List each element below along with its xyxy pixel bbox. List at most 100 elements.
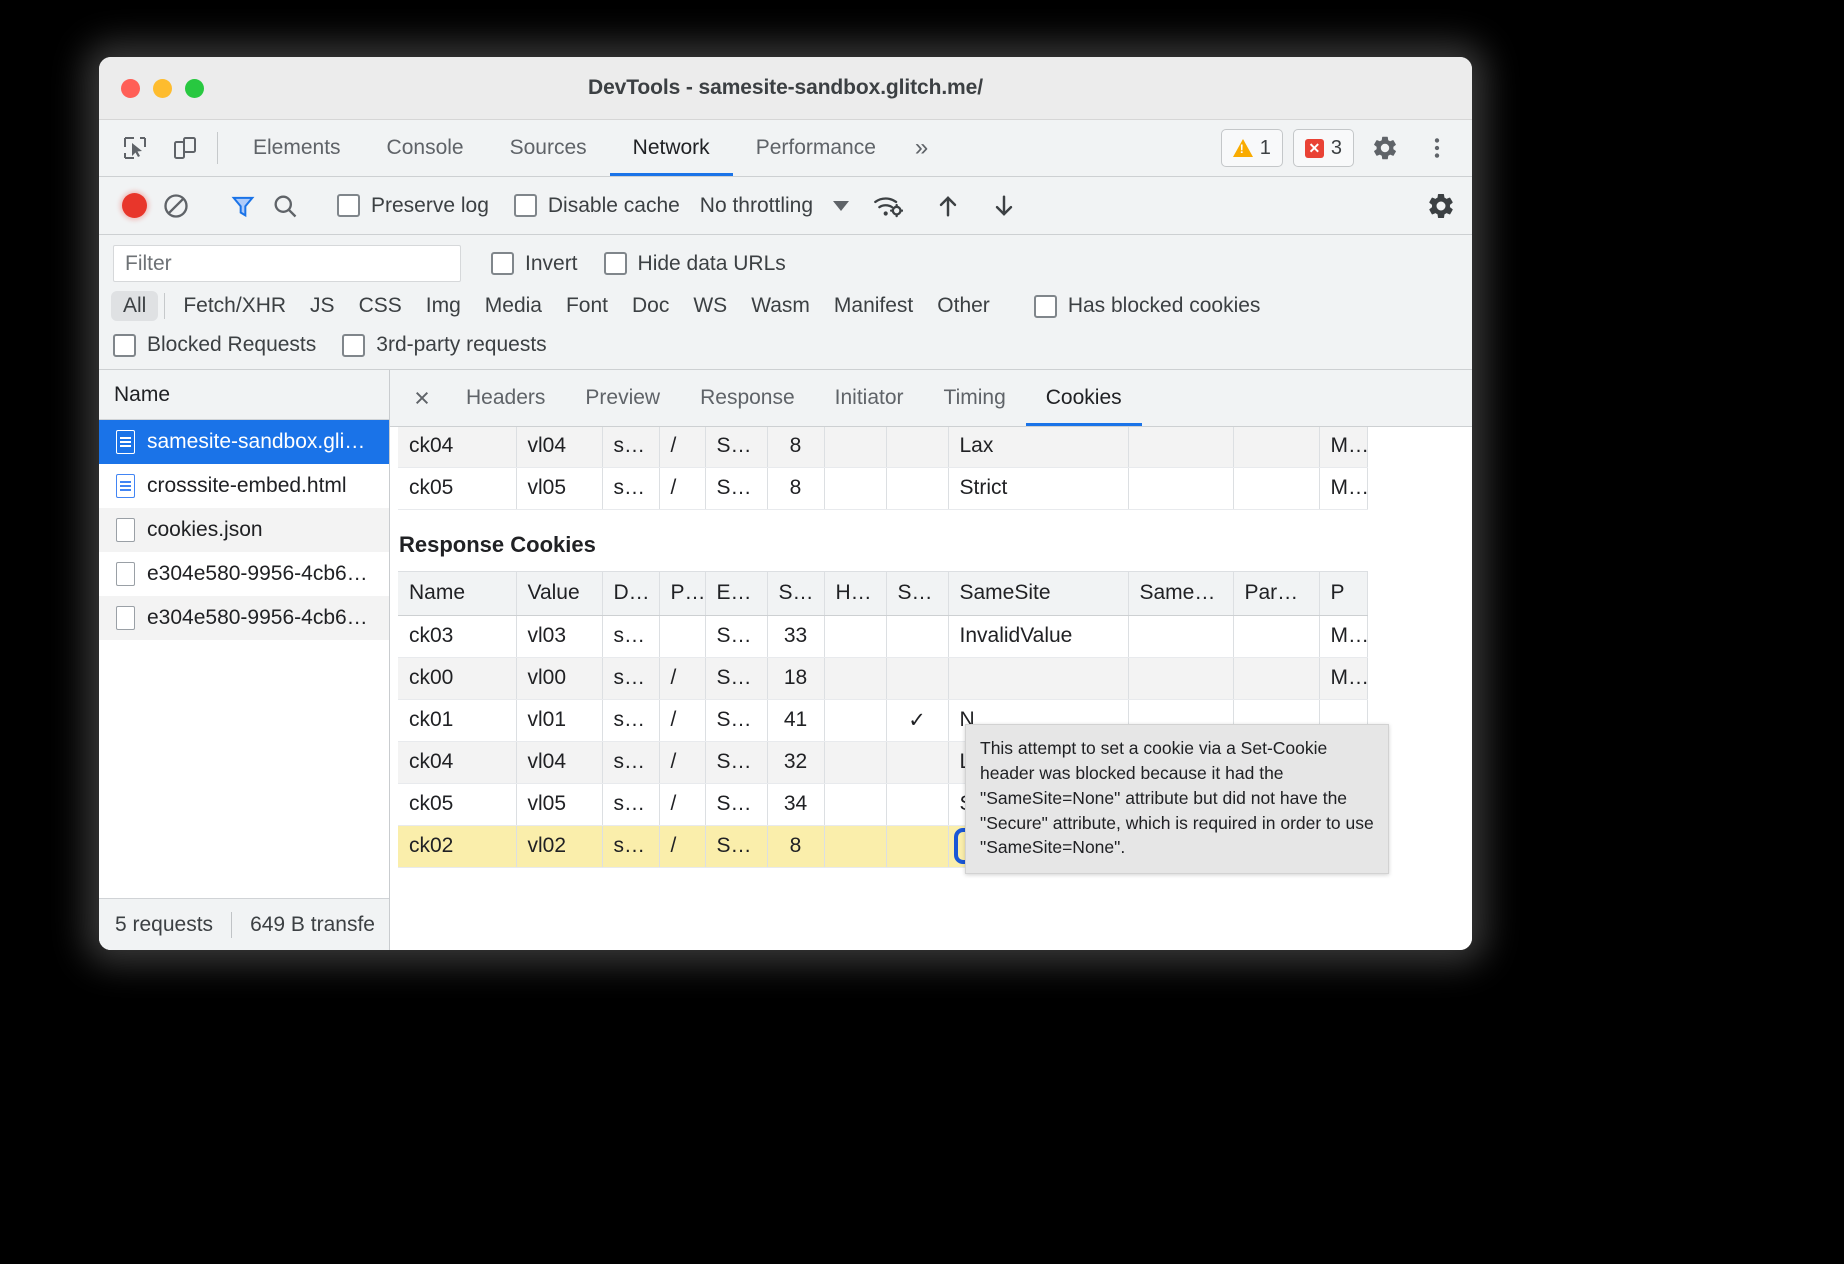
table-row[interactable]: ck04 vl04 s… / S… 8 Lax [398,427,1367,467]
col-partition[interactable]: Par… [1233,571,1319,615]
tab-elements[interactable]: Elements [230,120,364,176]
cookie-path [659,615,705,657]
disable-cache-label: Disable cache [548,194,680,218]
network-settings-gear-icon[interactable] [1420,185,1462,227]
cookie-secure [886,467,948,509]
filter-type-doc[interactable]: Doc [620,291,681,321]
cookie-value: vl05 [516,467,602,509]
filter-type-other[interactable]: Other [925,291,1002,321]
tab-initiator[interactable]: Initiator [815,370,924,426]
cookie-partition [1233,615,1319,657]
warning-count-badge[interactable]: 1 [1221,129,1283,167]
clear-icon[interactable] [155,185,197,227]
filter-type-manifest[interactable]: Manifest [822,291,925,321]
tab-headers[interactable]: Headers [446,370,565,426]
request-name: samesite-sandbox.gli… [147,430,365,454]
cookie-path: / [659,699,705,741]
tab-network[interactable]: Network [610,120,733,176]
request-detail-pane: × Headers Preview Response Initiator Tim… [390,370,1472,950]
cookie-domain: s… [602,741,659,783]
has-blocked-cookies-checkbox[interactable]: Has blocked cookies [1034,294,1261,318]
tab-performance[interactable]: Performance [733,120,899,176]
list-item[interactable]: e304e580-9956-4cb6… [99,552,389,596]
list-item[interactable]: samesite-sandbox.gli… [99,420,389,464]
filter-input[interactable] [113,245,461,282]
col-samesite2[interactable]: Same… [1128,571,1233,615]
tab-timing[interactable]: Timing [924,370,1026,426]
filter-type-font[interactable]: Font [554,291,620,321]
filter-funnel-icon[interactable] [222,185,264,227]
tab-preview[interactable]: Preview [565,370,680,426]
col-size[interactable]: S… [767,571,824,615]
inspect-cursor-icon[interactable] [115,128,155,168]
list-item[interactable]: cookies.json [99,508,389,552]
cookies-panel: ck04 vl04 s… / S… 8 Lax [390,427,1472,950]
cookie-domain: s… [602,783,659,825]
search-icon[interactable] [264,185,306,227]
cookie-secure [886,615,948,657]
filter-type-wasm[interactable]: Wasm [739,291,822,321]
filter-type-ws[interactable]: WS [681,291,739,321]
list-item[interactable]: e304e580-9956-4cb6… [99,596,389,640]
invert-checkbox[interactable]: Invert [491,252,578,276]
export-har-icon[interactable] [983,185,1025,227]
col-path[interactable]: P… [659,571,705,615]
cookie-name: ck02 [398,825,516,867]
col-priority[interactable]: P [1319,571,1367,615]
list-item[interactable]: crosssite-embed.html [99,464,389,508]
col-httponly[interactable]: H… [824,571,886,615]
filter-type-fetch-xhr[interactable]: Fetch/XHR [171,291,298,321]
col-expires[interactable]: E… [705,571,767,615]
col-secure[interactable]: S… [886,571,948,615]
table-row[interactable]: ck00 vl00 s… / S… 18 [398,657,1367,699]
filter-type-media[interactable]: Media [473,291,554,321]
close-icon[interactable]: × [398,370,446,426]
network-conditions-icon[interactable] [867,185,909,227]
disable-cache-checkbox[interactable]: Disable cache [514,194,680,218]
filter-type-all[interactable]: All [111,291,158,321]
request-name: e304e580-9956-4cb6… [147,606,368,630]
third-party-requests-label: 3rd-party requests [376,333,546,357]
invert-label: Invert [525,252,578,276]
filter-type-css[interactable]: CSS [347,291,414,321]
window-title: DevTools - samesite-sandbox.glitch.me/ [99,76,1472,100]
cookie-name: ck05 [398,467,516,509]
cookie-value: vl02 [516,825,602,867]
cookie-expires: S… [705,783,767,825]
gear-icon[interactable] [1364,127,1406,169]
tab-cookies[interactable]: Cookies [1026,370,1142,426]
third-party-requests-checkbox[interactable]: 3rd-party requests [342,333,546,357]
tab-sources[interactable]: Sources [487,120,610,176]
record-button-icon[interactable] [113,185,155,227]
col-value[interactable]: Value [516,571,602,615]
col-samesite[interactable]: SameSite [948,571,1128,615]
blocked-requests-checkbox[interactable]: Blocked Requests [113,333,316,357]
preserve-log-label: Preserve log [371,194,489,218]
device-toolbar-icon[interactable] [165,128,205,168]
filter-type-img[interactable]: Img [414,291,473,321]
col-name[interactable]: Name [398,571,516,615]
tab-console[interactable]: Console [364,120,487,176]
hide-data-urls-checkbox[interactable]: Hide data URLs [604,252,786,276]
table-row[interactable]: ck05 vl05 s… / S… 8 Strict [398,467,1367,509]
col-domain[interactable]: D… [602,571,659,615]
blocked-cookie-tooltip: This attempt to set a cookie via a Set-C… [965,724,1389,874]
kebab-menu-icon[interactable] [1416,127,1458,169]
request-name: cookies.json [147,518,263,542]
request-list-header[interactable]: Name [99,370,389,420]
error-count-badge[interactable]: ✕ 3 [1293,129,1354,167]
table-row[interactable]: ck03 vl03 s… S… 33 InvalidValue [398,615,1367,657]
blocked-requests-box [113,334,136,357]
cookie-httponly [824,657,886,699]
cookie-priority: M… [1319,467,1367,509]
filter-type-js[interactable]: JS [298,291,347,321]
cookie-secure [886,657,948,699]
preserve-log-checkbox[interactable]: Preserve log [337,194,489,218]
import-har-icon[interactable] [927,185,969,227]
tab-response[interactable]: Response [680,370,815,426]
window-title-bar: DevTools - samesite-sandbox.glitch.me/ [99,57,1472,120]
throttling-select[interactable]: No throttling [700,194,849,218]
cookie-domain: s… [602,427,659,467]
more-tabs-icon[interactable]: » [899,120,944,176]
warning-triangle-icon [1233,139,1253,157]
